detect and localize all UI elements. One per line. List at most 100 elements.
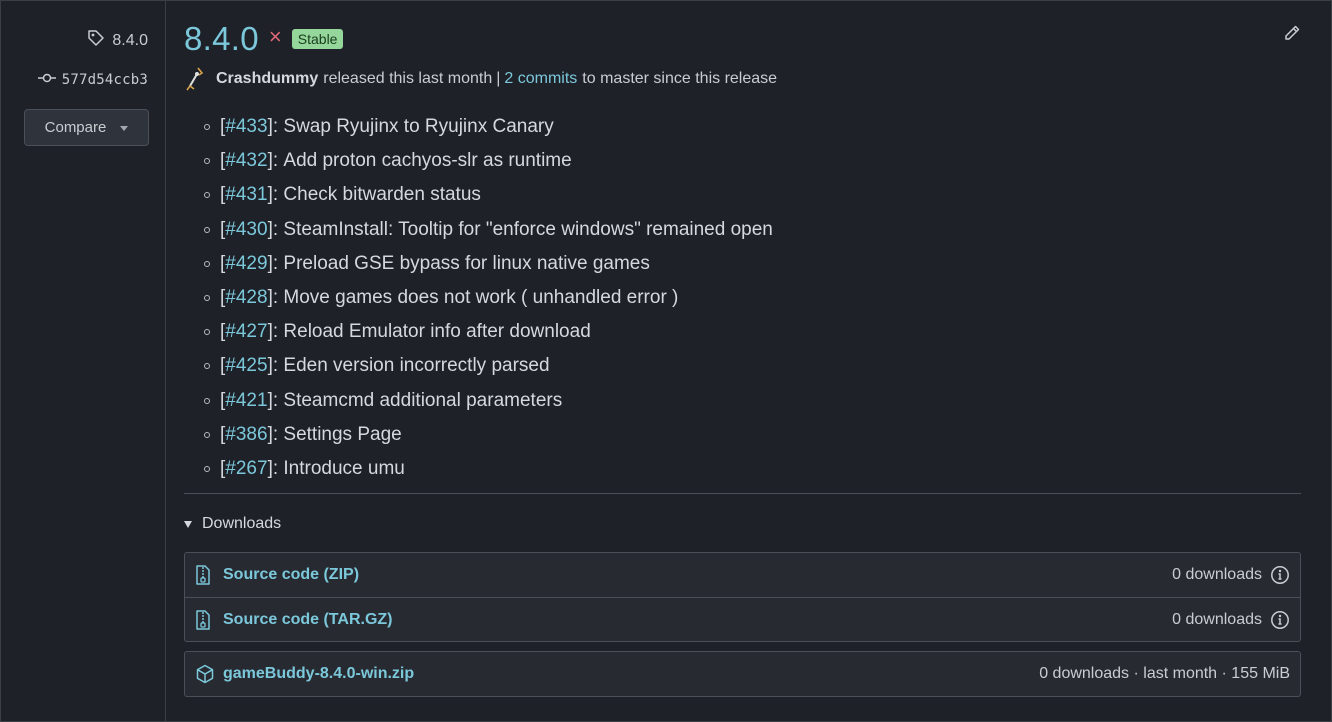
archive-icon bbox=[195, 565, 215, 585]
asset-row: Source code (ZIP) 0 downloads bbox=[185, 553, 1300, 597]
changelog-item: [#430]: SteamInstall: Tooltip for "enfor… bbox=[204, 213, 773, 247]
commit-hash: 577d54ccb3 bbox=[61, 72, 148, 88]
downloads-label: Downloads bbox=[202, 515, 282, 532]
issue-link[interactable]: #386 bbox=[225, 424, 267, 446]
changelog-item: [#429]: Preload GSE bypass for linux nat… bbox=[204, 247, 773, 281]
issue-link[interactable]: #428 bbox=[225, 287, 267, 309]
bracket-close: ]: bbox=[267, 423, 284, 445]
bracket-close: ]: bbox=[267, 252, 284, 274]
change-text: Introduce umu bbox=[283, 457, 405, 479]
bracket-close: ]: bbox=[267, 355, 284, 377]
change-text: SteamInstall: Tooltip for "enforce windo… bbox=[283, 218, 773, 240]
binary-assets: gameBuddy-8.4.0-win.zip 0 downloads · la… bbox=[184, 651, 1301, 697]
bullet bbox=[204, 192, 210, 199]
changelog-item: [#427]: Reload Emulator info after downl… bbox=[204, 315, 773, 349]
issue-link[interactable]: #429 bbox=[225, 253, 267, 275]
bracket-close: ]: bbox=[267, 457, 284, 479]
bracket-close: ]: bbox=[267, 218, 284, 240]
changelog-list: [#433]: Swap Ryujinx to Ryujinx Canary[#… bbox=[204, 110, 773, 486]
pencil-icon[interactable] bbox=[1283, 24, 1301, 47]
download-count: 0 downloads bbox=[1172, 610, 1262, 628]
asset-name[interactable]: Source code (TAR.GZ) bbox=[223, 611, 393, 629]
asset-row: gameBuddy-8.4.0-win.zip 0 downloads · la… bbox=[185, 652, 1300, 696]
change-text: Settings Page bbox=[283, 423, 402, 445]
bullet bbox=[204, 124, 210, 131]
change-text: Preload GSE bypass for linux native game… bbox=[283, 252, 650, 274]
avatar[interactable] bbox=[184, 66, 206, 92]
bullet bbox=[204, 397, 210, 404]
changelog-item: [#267]: Introduce umu bbox=[204, 452, 773, 486]
bullet bbox=[204, 363, 210, 370]
change-text: Move games does not work ( unhandled err… bbox=[283, 287, 679, 309]
bullet bbox=[204, 431, 210, 438]
changelog-item: [#432]: Add proton cachyos-slr as runtim… bbox=[204, 144, 773, 178]
issue-link[interactable]: #432 bbox=[225, 150, 267, 172]
info-icon[interactable] bbox=[1270, 565, 1290, 585]
issue-link[interactable]: #433 bbox=[225, 116, 267, 138]
change-text: Reload Emulator info after download bbox=[283, 321, 591, 343]
changelog-item: [#425]: Eden version incorrectly parsed bbox=[204, 349, 773, 383]
tag-label: 8.4.0 bbox=[112, 31, 148, 49]
changelog-item: [#433]: Swap Ryujinx to Ryujinx Canary bbox=[204, 110, 773, 144]
release-title-row: 8.4.0 × Stable bbox=[184, 20, 344, 58]
bracket-close: ]: bbox=[267, 184, 284, 206]
author-link[interactable]: Crashdummy bbox=[216, 70, 318, 88]
issue-link[interactable]: #431 bbox=[225, 184, 267, 206]
bullet bbox=[204, 295, 210, 302]
changelog-item: [#431]: Check bitwarden status bbox=[204, 178, 773, 212]
issue-link[interactable]: #430 bbox=[225, 219, 267, 241]
bullet bbox=[204, 260, 210, 267]
release-version[interactable]: 8.4.0 bbox=[184, 20, 259, 58]
asset-name[interactable]: gameBuddy-8.4.0-win.zip bbox=[223, 665, 414, 683]
commits-link[interactable]: 2 commits bbox=[504, 70, 577, 88]
change-text: Add proton cachyos-slr as runtime bbox=[283, 150, 572, 172]
issue-link[interactable]: #427 bbox=[225, 321, 267, 343]
tag-icon bbox=[86, 28, 106, 53]
caret-down-icon bbox=[120, 126, 129, 131]
downloads-toggle[interactable]: Downloads bbox=[184, 515, 281, 533]
bracket-close: ]: bbox=[267, 389, 284, 411]
change-text: Eden version incorrectly parsed bbox=[283, 355, 550, 377]
info-icon[interactable] bbox=[1270, 610, 1290, 630]
changelog-item: [#428]: Move games does not work ( unhan… bbox=[204, 281, 773, 315]
change-text: Steamcmd additional parameters bbox=[283, 389, 563, 411]
asset-row: Source code (TAR.GZ) 0 downloads bbox=[185, 597, 1300, 641]
tag-link[interactable]: 8.4.0 bbox=[86, 28, 148, 53]
change-text: Check bitwarden status bbox=[283, 184, 481, 206]
section-divider bbox=[184, 493, 1301, 494]
stable-badge: Stable bbox=[291, 29, 344, 49]
asset-name[interactable]: Source code (ZIP) bbox=[223, 566, 359, 584]
bullet bbox=[204, 158, 210, 165]
commit-link[interactable]: 577d54ccb3 bbox=[37, 72, 148, 88]
commits-suffix: to master since this release bbox=[582, 70, 778, 87]
bracket-close: ]: bbox=[267, 287, 284, 309]
changelog-item: [#386]: Settings Page bbox=[204, 418, 773, 452]
asset-meta: 0 downloads bbox=[1172, 565, 1290, 585]
released-text: released this last month bbox=[323, 70, 493, 87]
release-meta: Crashdummy released this last month | 2 … bbox=[184, 66, 777, 92]
bullet bbox=[204, 465, 210, 472]
issue-link[interactable]: #425 bbox=[225, 355, 267, 377]
package-icon bbox=[195, 664, 215, 684]
bullet bbox=[204, 226, 210, 233]
compare-label: Compare bbox=[44, 119, 107, 136]
bracket-close: ]: bbox=[267, 150, 284, 172]
archive-icon bbox=[195, 609, 215, 630]
download-count: 0 downloads bbox=[1172, 566, 1262, 583]
bracket-close: ]: bbox=[267, 116, 284, 138]
issue-link[interactable]: #267 bbox=[225, 458, 267, 480]
asset-info: 0 downloads · last month · 155 MiB bbox=[1039, 665, 1290, 682]
issue-link[interactable]: #421 bbox=[225, 390, 267, 412]
release-sidebar: 8.4.0 577d54ccb3 Compare bbox=[0, 0, 166, 722]
changelog-item: [#421]: Steamcmd additional parameters bbox=[204, 384, 773, 418]
bracket-close: ]: bbox=[267, 321, 284, 343]
change-text: Swap Ryujinx to Ryujinx Canary bbox=[283, 116, 554, 138]
asset-meta: 0 downloads bbox=[1172, 610, 1290, 630]
compare-button[interactable]: Compare bbox=[24, 109, 149, 146]
close-icon: × bbox=[268, 24, 282, 49]
triangle-down-icon bbox=[184, 520, 192, 528]
asset-meta: 0 downloads · last month · 155 MiB bbox=[1039, 665, 1290, 683]
source-assets: Source code (ZIP) 0 downloads Source cod… bbox=[184, 552, 1301, 642]
bullet bbox=[204, 329, 210, 336]
commit-icon bbox=[37, 72, 56, 88]
